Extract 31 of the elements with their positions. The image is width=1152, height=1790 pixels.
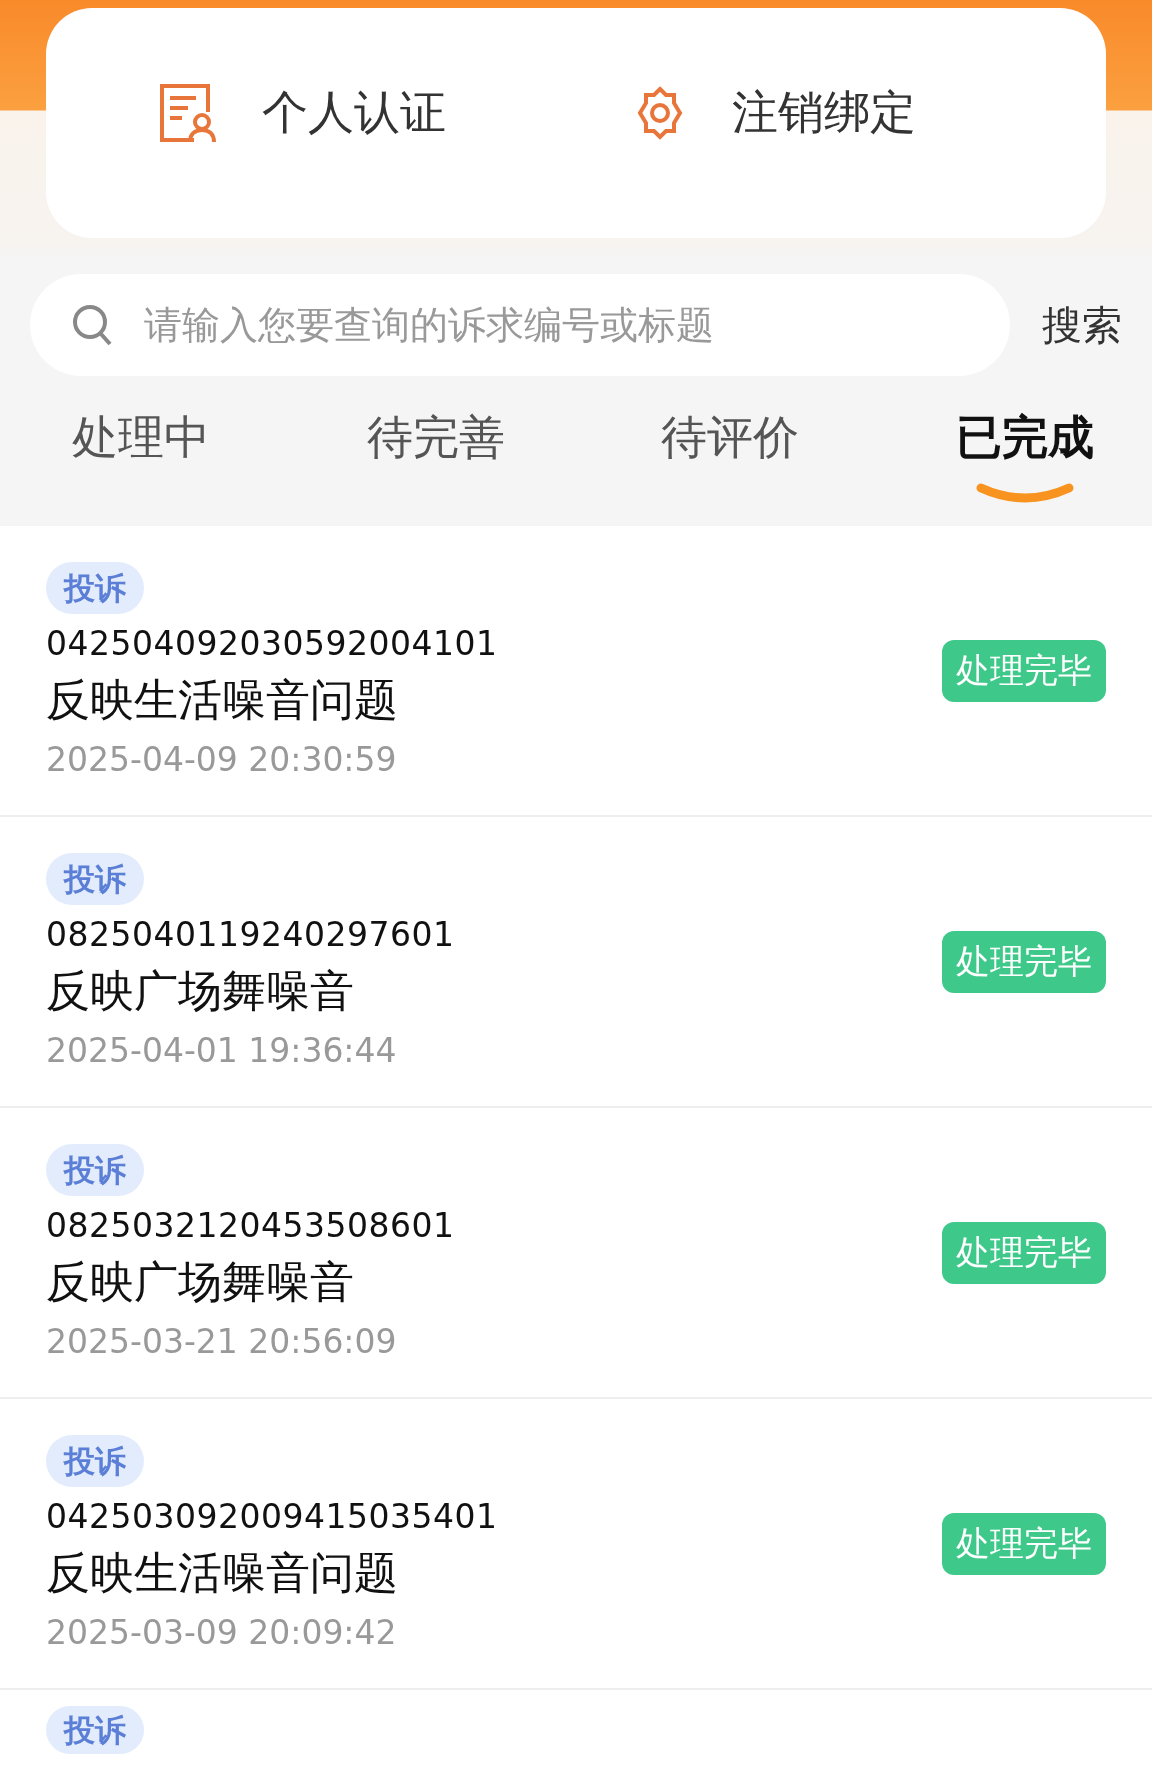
search-button[interactable]: 搜索 [1042,297,1122,353]
action-label[interactable]: 注销绑定 [732,82,916,144]
tab[interactable]: 处理中 [72,398,210,478]
certificate-icon [158,82,218,144]
request-time: 2025-04-09 20:30:59 [46,740,397,779]
category-tag: 投诉 [46,562,144,614]
category-tag: 投诉 [46,853,144,905]
request-time: 2025-03-09 20:09:42 [46,1613,397,1652]
search-field[interactable]: 请输入您要查询的诉求编号或标题 [30,274,1010,376]
request-number: 0825040119240297601 [46,915,455,954]
tab[interactable]: 已完成 [955,398,1094,478]
status-badge: 处理完毕 [942,639,1106,702]
request-title[interactable]: 反映广场舞噪音 [46,1253,354,1312]
status-badge: 处理完毕 [942,1512,1106,1575]
request-time: 2025-04-01 19:36:44 [46,1031,397,1070]
category-tag: 投诉 [46,1706,144,1754]
status-badge: 处理完毕 [942,930,1106,993]
status-badge: 处理完毕 [942,1221,1106,1284]
category-tag: 投诉 [46,1144,144,1196]
tab[interactable]: 待完善 [366,398,505,478]
tab[interactable]: 待评价 [661,398,800,478]
request-title[interactable]: 反映生活噪音问题 [46,1544,398,1603]
action-label[interactable]: 个人认证 [262,82,446,144]
category-tag: 投诉 [46,1435,144,1487]
request-number: 042504092030592004101 [46,624,498,663]
request-number: 042503092009415035401 [46,1497,498,1536]
request-title[interactable]: 反映生活噪音问题 [46,671,398,730]
request-title[interactable]: 反映广场舞噪音 [46,962,354,1021]
search-icon [72,304,112,346]
request-time: 2025-03-21 20:56:09 [46,1322,397,1361]
request-number: 0825032120453508601 [46,1206,455,1245]
